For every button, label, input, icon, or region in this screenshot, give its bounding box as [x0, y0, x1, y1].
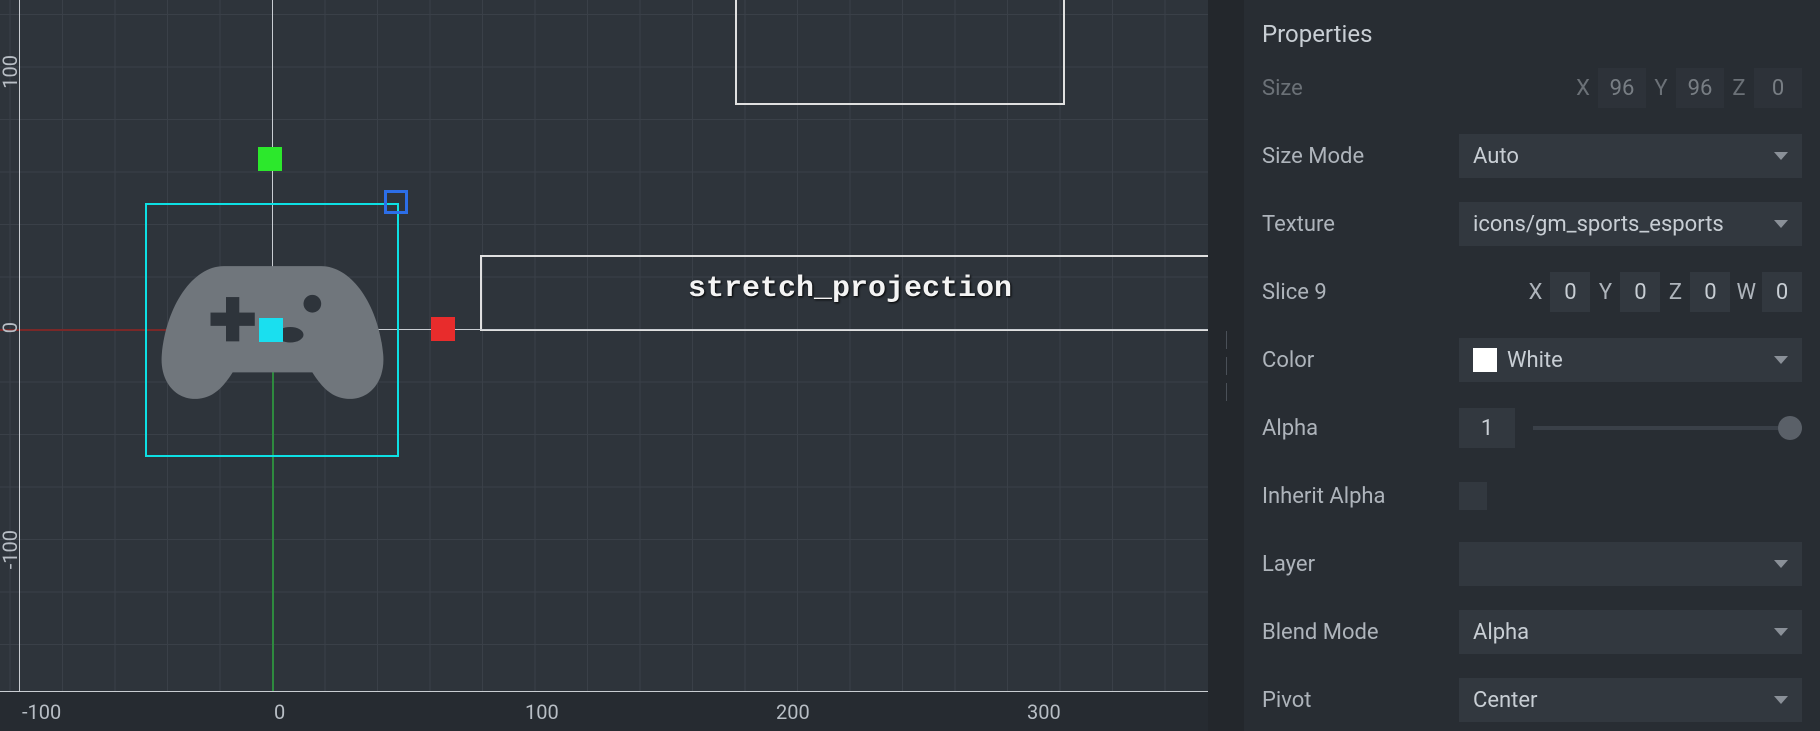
- ruler-left-tick: 100: [0, 55, 22, 89]
- pivot-value: Center: [1473, 688, 1537, 713]
- alpha-slider[interactable]: [1533, 426, 1802, 430]
- properties-panel: Properties Size X 96 Y 96 Z 0 Size Mode …: [1244, 0, 1820, 731]
- blend-mode-dropdown[interactable]: Alpha: [1459, 610, 1802, 654]
- row-alpha: Alpha 1: [1262, 394, 1802, 462]
- ruler-bottom-tick: 200: [776, 700, 810, 724]
- row-color: Color White: [1262, 326, 1802, 394]
- gizmo-handle-x[interactable]: [431, 317, 455, 341]
- label-alpha: Alpha: [1262, 416, 1447, 441]
- slice9-x-label: X: [1526, 280, 1544, 305]
- label-slice9: Slice 9: [1262, 280, 1447, 305]
- ruler-bottom: -100 0 100 200 300: [0, 691, 1208, 731]
- blend-mode-value: Alpha: [1473, 620, 1529, 645]
- color-value: White: [1507, 348, 1563, 373]
- slice9-w-label: W: [1736, 280, 1756, 305]
- gizmo-handle-xy[interactable]: [384, 190, 408, 214]
- node-label-stretch-projection: stretch_projection: [688, 272, 1012, 306]
- ruler-bottom-tick: 300: [1027, 700, 1061, 724]
- row-size: Size X 96 Y 96 Z 0: [1262, 54, 1802, 122]
- ruler-bottom-tick: 100: [525, 700, 559, 724]
- chevron-down-icon: [1774, 152, 1788, 160]
- gizmo-center[interactable]: [259, 318, 283, 342]
- size-y-input[interactable]: 96: [1676, 68, 1724, 108]
- texture-dropdown[interactable]: icons/gm_sports_esports: [1459, 202, 1802, 246]
- texture-value: icons/gm_sports_esports: [1473, 212, 1724, 237]
- chevron-down-icon: [1774, 696, 1788, 704]
- color-dropdown[interactable]: White: [1459, 338, 1802, 382]
- scene-viewport[interactable]: stretch_projection -100 0 100 -100 0 100…: [0, 0, 1208, 731]
- label-size-mode: Size Mode: [1262, 144, 1447, 169]
- label-texture: Texture: [1262, 212, 1447, 237]
- gizmo-handle-y[interactable]: [258, 147, 282, 171]
- slice9-z-input[interactable]: 0: [1690, 272, 1730, 312]
- size-x-label: X: [1574, 76, 1592, 101]
- label-color: Color: [1262, 348, 1447, 373]
- label-pivot: Pivot: [1262, 688, 1447, 713]
- size-mode-dropdown[interactable]: Auto: [1459, 134, 1802, 178]
- slice9-x-input[interactable]: 0: [1550, 272, 1590, 312]
- row-size-mode: Size Mode Auto: [1262, 122, 1802, 190]
- size-mode-value: Auto: [1473, 144, 1519, 169]
- inherit-alpha-checkbox[interactable]: [1459, 482, 1487, 510]
- color-swatch: [1473, 348, 1497, 372]
- label-layer: Layer: [1262, 552, 1447, 577]
- chevron-down-icon: [1774, 220, 1788, 228]
- layer-dropdown[interactable]: [1459, 542, 1802, 586]
- alpha-input[interactable]: 1: [1459, 408, 1515, 448]
- chevron-down-icon: [1774, 356, 1788, 364]
- row-texture: Texture icons/gm_sports_esports: [1262, 190, 1802, 258]
- chevron-down-icon: [1774, 560, 1788, 568]
- node-rect-top[interactable]: [735, 0, 1065, 105]
- alpha-slider-thumb[interactable]: [1778, 416, 1802, 440]
- slice9-w-input[interactable]: 0: [1762, 272, 1802, 312]
- row-blend-mode: Blend Mode Alpha: [1262, 598, 1802, 666]
- size-x-input[interactable]: 96: [1598, 68, 1646, 108]
- panel-splitter[interactable]: [1208, 0, 1244, 731]
- slice9-z-label: Z: [1666, 280, 1684, 305]
- row-pivot: Pivot Center: [1262, 666, 1802, 731]
- chevron-down-icon: [1774, 628, 1788, 636]
- size-z-label: Z: [1730, 76, 1748, 101]
- row-inherit-alpha: Inherit Alpha: [1262, 462, 1802, 530]
- row-layer: Layer: [1262, 530, 1802, 598]
- label-inherit-alpha: Inherit Alpha: [1262, 484, 1447, 509]
- ruler-left: -100 0 100: [0, 0, 20, 691]
- ruler-left-tick: 0: [0, 322, 22, 333]
- size-y-label: Y: [1652, 76, 1670, 101]
- slice9-y-input[interactable]: 0: [1620, 272, 1660, 312]
- ruler-left-tick: -100: [0, 530, 22, 569]
- label-blend-mode: Blend Mode: [1262, 620, 1447, 645]
- ruler-bottom-tick: 0: [274, 700, 285, 724]
- size-z-input[interactable]: 0: [1754, 68, 1802, 108]
- row-slice9: Slice 9 X 0 Y 0 Z 0 W 0: [1262, 258, 1802, 326]
- slice9-y-label: Y: [1596, 280, 1614, 305]
- ruler-bottom-tick: -100: [22, 700, 61, 724]
- label-size: Size: [1262, 76, 1447, 101]
- pivot-dropdown[interactable]: Center: [1459, 678, 1802, 722]
